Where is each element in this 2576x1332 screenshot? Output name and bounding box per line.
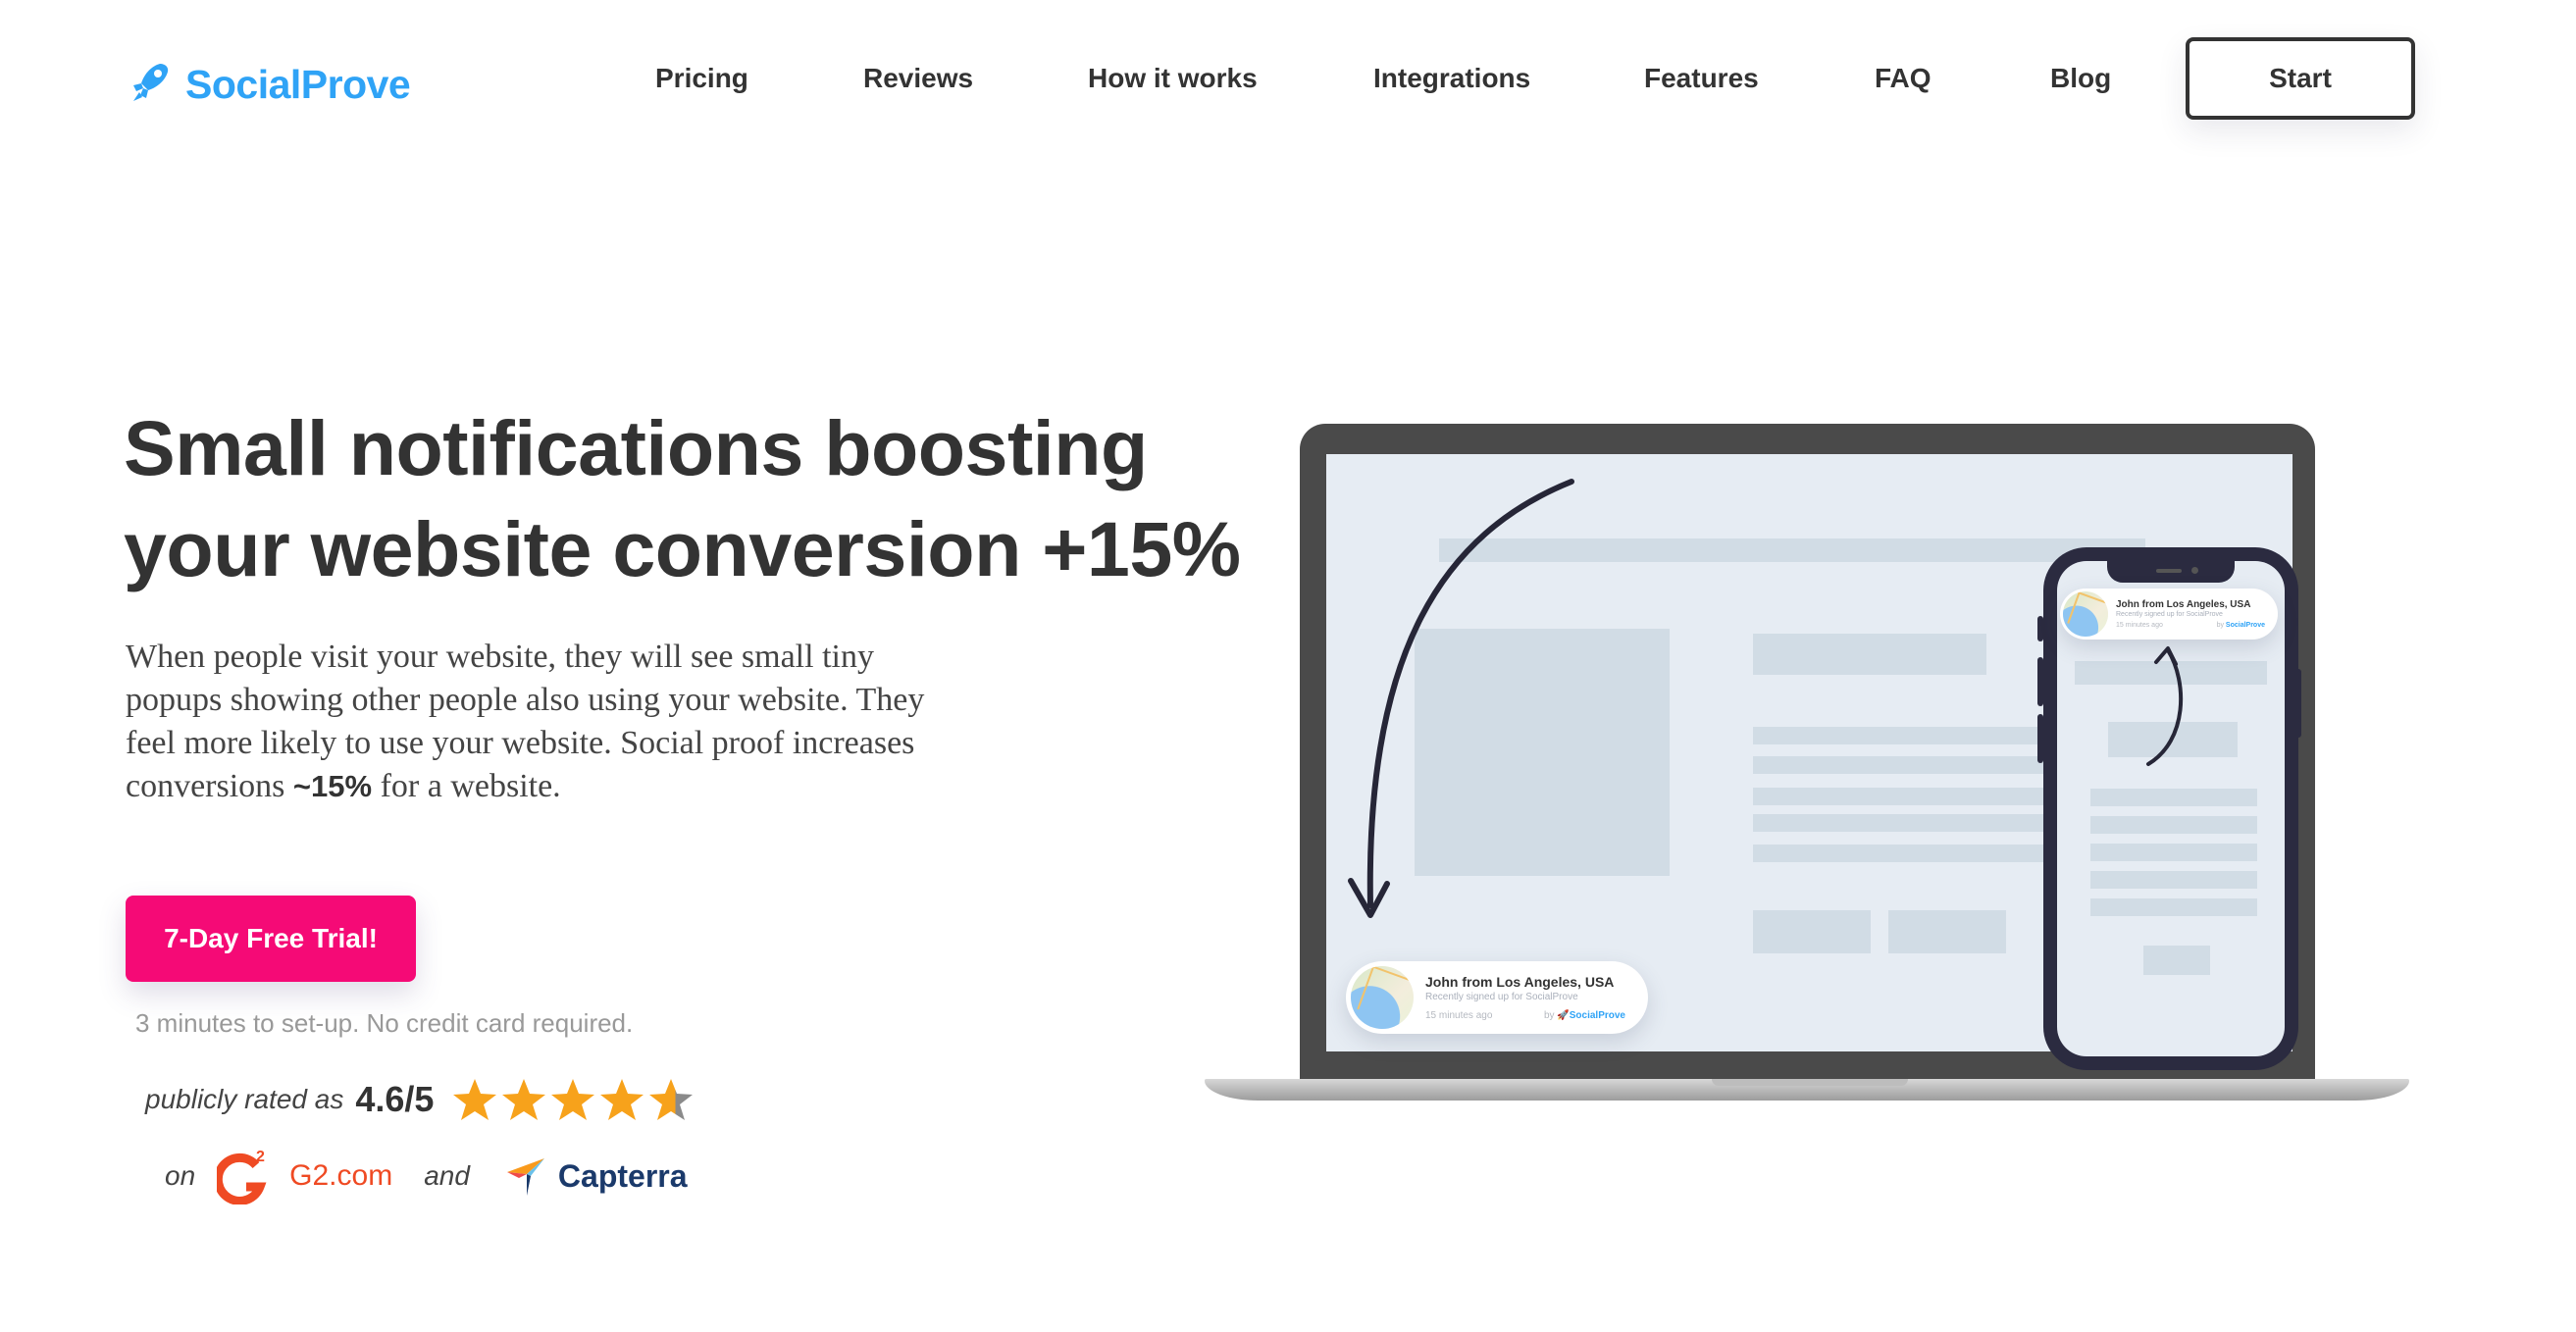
laptop-hinge xyxy=(1712,1079,1908,1086)
nav-integrations[interactable]: Integrations xyxy=(1373,63,1530,94)
svg-text:2: 2 xyxy=(256,1149,265,1165)
rated-label: publicly rated as xyxy=(145,1084,344,1114)
headline-line-2: your website conversion +15% xyxy=(124,505,1241,592)
hero-headline: Small notifications boosting your websit… xyxy=(124,397,1252,599)
notification-title: John from Los Angeles, USA xyxy=(2116,599,2251,610)
notification-time: 15 minutes ago xyxy=(2116,622,2163,629)
logo[interactable]: SocialProve xyxy=(130,59,411,110)
notification-popup-mobile: John from Los Angeles, USA Recently sign… xyxy=(2060,589,2278,640)
placeholder-line xyxy=(2090,816,2257,834)
map-thumbnail xyxy=(1351,966,1414,1029)
nav-reviews[interactable]: Reviews xyxy=(863,63,973,94)
star-icon xyxy=(453,1079,497,1120)
and-label: and xyxy=(424,1160,470,1191)
description-highlight: ~15% xyxy=(292,769,373,803)
g2-logo-icon: 2 xyxy=(217,1149,267,1204)
capterra-logo-icon xyxy=(506,1158,544,1196)
rocket-icon xyxy=(133,64,169,101)
curved-arrow-up-icon xyxy=(2146,646,2184,766)
notification-subtitle: Recently signed up for SocialProve xyxy=(1425,992,1578,1002)
description-text-end: for a website. xyxy=(372,768,561,804)
g2-link[interactable]: G2.com xyxy=(289,1159,392,1193)
curved-arrow-icon xyxy=(1348,479,1574,918)
phone-notch xyxy=(2107,561,2235,583)
notification-popup-desktop: John from Los Angeles, USA Recently sign… xyxy=(1346,961,1648,1034)
nav-faq[interactable]: FAQ xyxy=(1875,63,1932,94)
free-trial-button[interactable]: 7-Day Free Trial! xyxy=(126,896,416,982)
by-label: by xyxy=(2216,622,2224,629)
phone-side-button xyxy=(2037,714,2043,763)
star-icon xyxy=(600,1079,644,1120)
phone-side-button xyxy=(2295,669,2301,738)
placeholder-line xyxy=(2090,844,2257,861)
placeholder-line xyxy=(1753,727,2077,744)
rating-stars xyxy=(451,1076,695,1123)
nav-pricing[interactable]: Pricing xyxy=(655,63,748,94)
phone-side-button xyxy=(2037,616,2043,641)
notification-title: John from Los Angeles, USA xyxy=(1425,974,1615,990)
placeholder-title xyxy=(1753,634,1986,675)
placeholder-line xyxy=(1753,788,2077,805)
placeholder-line xyxy=(2090,871,2257,889)
placeholder-button xyxy=(1888,910,2006,953)
start-button[interactable]: Start xyxy=(2186,37,2415,120)
headline-line-1: Small notifications boosting xyxy=(124,404,1148,491)
phone-side-button xyxy=(2037,657,2043,706)
star-icon xyxy=(502,1079,546,1120)
placeholder-line xyxy=(2090,789,2257,806)
placeholder-button xyxy=(2143,946,2210,975)
nav-how-it-works[interactable]: How it works xyxy=(1088,63,1258,94)
logo-text: SocialProve xyxy=(185,61,411,107)
platform-row: on 2 G2.com and Capterra xyxy=(165,1148,688,1204)
on-label: on xyxy=(165,1160,196,1191)
capterra-link[interactable]: Capterra xyxy=(558,1158,688,1195)
star-icon xyxy=(551,1079,595,1120)
star-icon xyxy=(649,1079,694,1120)
placeholder-line xyxy=(1753,756,2077,774)
brand-label: SocialProve xyxy=(1569,1010,1625,1021)
setup-note: 3 minutes to set-up. No credit card requ… xyxy=(135,1008,634,1038)
placeholder-button xyxy=(1753,910,1871,953)
nav-features[interactable]: Features xyxy=(1644,63,1759,94)
map-thumbnail xyxy=(2063,591,2108,637)
nav-blog[interactable]: Blog xyxy=(2050,63,2111,94)
placeholder-line xyxy=(2090,898,2257,916)
rocket-icon: 🚀 xyxy=(1557,1010,1570,1021)
brand-label: SocialProve xyxy=(2225,622,2265,629)
by-label: by xyxy=(1543,1010,1555,1021)
hero-description: When people visit your website, they wil… xyxy=(126,636,969,808)
notification-subtitle: Recently signed up for SocialProve xyxy=(2116,611,2223,618)
rating-row: publicly rated as 4.6/5 xyxy=(145,1076,695,1123)
rating-value: 4.6/5 xyxy=(355,1079,435,1119)
placeholder-line xyxy=(1753,814,2077,832)
notification-time: 15 minutes ago xyxy=(1425,1010,1493,1021)
placeholder-line xyxy=(1753,845,2077,862)
